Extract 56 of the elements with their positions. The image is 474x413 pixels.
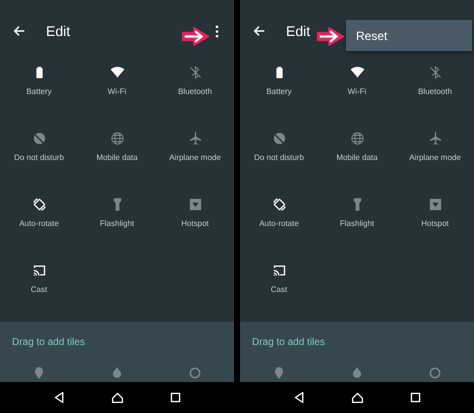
wifi-icon[interactable] — [350, 65, 364, 80]
bluetooth-icon[interactable] — [188, 65, 202, 80]
globe-icon[interactable] — [110, 131, 124, 146]
location-icon[interactable] — [272, 366, 286, 380]
tile-label: Flashlight — [100, 219, 134, 228]
tile-label: Wi-Fi — [108, 87, 126, 96]
tile-label: Wi-Fi — [348, 87, 366, 96]
tile-label: Cast — [270, 285, 288, 294]
back-arrow-icon[interactable] — [12, 24, 26, 38]
do-not-disturb-icon[interactable] — [32, 131, 46, 146]
tile-label: Battery — [26, 87, 52, 96]
airplane-icon[interactable] — [188, 131, 202, 146]
home-icon[interactable] — [350, 391, 364, 404]
tile-label: Auto-rotate — [259, 219, 299, 228]
tile-label: Bluetooth — [178, 87, 212, 96]
back-icon[interactable] — [292, 391, 306, 404]
circle-icon[interactable] — [188, 366, 202, 380]
tile-label: Airplane mode — [409, 153, 461, 162]
tile-label: Mobile data — [336, 153, 378, 162]
recents-icon[interactable] — [168, 391, 182, 404]
section-heading: Drag to add tiles — [12, 337, 86, 348]
screen-title: Edit — [286, 23, 310, 39]
recents-icon[interactable] — [408, 391, 422, 404]
tile-label: Do not disturb — [254, 153, 304, 162]
menu-item[interactable]: Reset — [356, 28, 388, 42]
more-options-icon[interactable] — [215, 24, 219, 38]
back-icon[interactable] — [52, 391, 66, 404]
section-heading: Drag to add tiles — [252, 337, 326, 348]
airplane-icon[interactable] — [428, 131, 442, 146]
bluetooth-icon[interactable] — [428, 65, 442, 80]
hotspot-icon[interactable] — [188, 197, 202, 212]
home-icon[interactable] — [110, 391, 124, 404]
tile-label: Hotspot — [421, 219, 449, 228]
rotate-icon[interactable] — [32, 197, 46, 212]
screen-title: Edit — [46, 23, 70, 39]
tile-label: Cast — [30, 285, 48, 294]
drop-icon[interactable] — [350, 366, 364, 380]
cast-icon[interactable] — [272, 263, 286, 278]
wifi-icon[interactable] — [110, 65, 124, 80]
tile-label: Do not disturb — [14, 153, 64, 162]
tile-label: Mobile data — [96, 153, 138, 162]
cast-icon[interactable] — [32, 263, 46, 278]
back-arrow-icon[interactable] — [252, 24, 266, 38]
tile-label: Bluetooth — [418, 87, 452, 96]
tile-label: Battery — [266, 87, 292, 96]
tile-label: Hotspot — [181, 219, 209, 228]
hotspot-icon[interactable] — [428, 197, 442, 212]
tile-label: Airplane mode — [169, 153, 221, 162]
tile-label: Auto-rotate — [19, 219, 59, 228]
drop-icon[interactable] — [110, 366, 124, 380]
circle-icon[interactable] — [428, 366, 442, 380]
tile-label: Flashlight — [340, 219, 374, 228]
location-icon[interactable] — [32, 366, 46, 380]
rotate-icon[interactable] — [272, 197, 286, 212]
globe-icon[interactable] — [350, 131, 364, 146]
do-not-disturb-icon[interactable] — [272, 131, 286, 146]
